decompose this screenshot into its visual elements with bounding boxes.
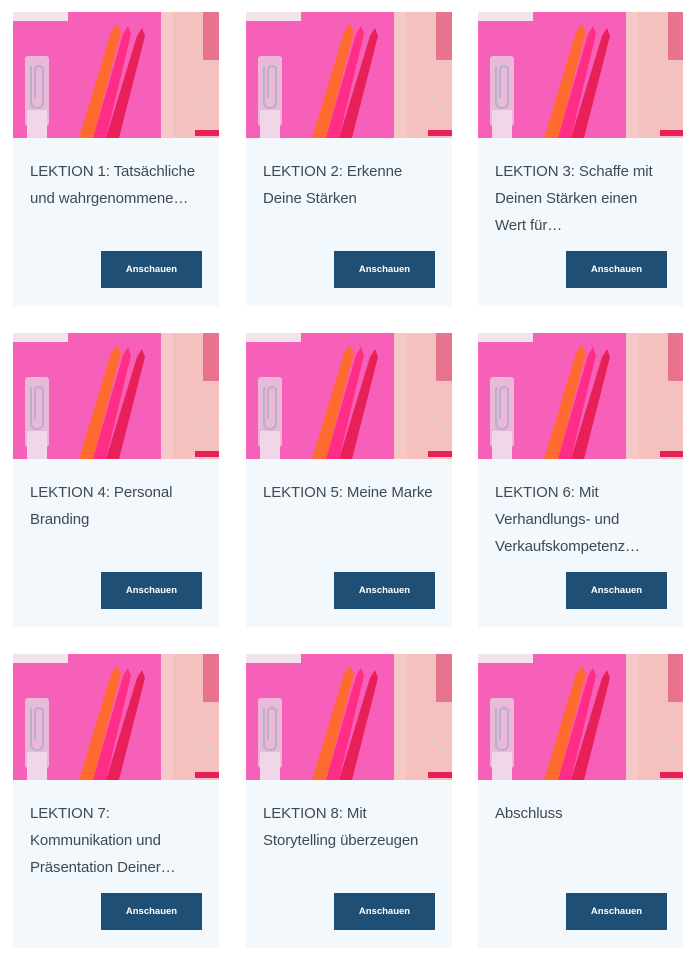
view-button[interactable]: Anschauen [101, 893, 202, 930]
lesson-title[interactable]: LEKTION 3: Schaffe mit Deinen Stärken ei… [495, 158, 671, 239]
lesson-thumbnail[interactable] [478, 12, 683, 138]
view-button[interactable]: Anschauen [101, 251, 202, 288]
lesson-card: LEKTION 1: Tatsächliche und wahrgenommen… [13, 12, 219, 306]
lesson-thumbnail[interactable] [246, 333, 452, 459]
lesson-title[interactable]: LEKTION 6: Mit Verhandlungs- und Verkauf… [495, 479, 671, 560]
lesson-title[interactable]: Abschluss [495, 800, 671, 827]
lesson-title[interactable]: LEKTION 5: Meine Marke [263, 479, 439, 506]
view-button[interactable]: Anschauen [566, 251, 667, 288]
lesson-thumbnail[interactable] [13, 12, 219, 138]
lesson-card: LEKTION 2: Erkenne Deine Stärken Anschau… [246, 12, 452, 306]
view-button[interactable]: Anschauen [566, 893, 667, 930]
lesson-thumbnail[interactable] [13, 333, 219, 459]
lesson-title[interactable]: LEKTION 2: Erkenne Deine Stärken [263, 158, 439, 212]
lesson-card: LEKTION 5: Meine Marke Anschauen [246, 333, 452, 627]
lesson-card: LEKTION 7: Kommunikation und Präsentatio… [13, 654, 219, 948]
lesson-thumbnail[interactable] [478, 333, 683, 459]
lesson-thumbnail[interactable] [246, 654, 452, 780]
view-button[interactable]: Anschauen [334, 893, 435, 930]
view-button[interactable]: Anschauen [566, 572, 667, 609]
lesson-title[interactable]: LEKTION 8: Mit Storytelling überzeugen [263, 800, 439, 854]
lesson-title[interactable]: LEKTION 7: Kommunikation und Präsentatio… [30, 800, 206, 881]
lesson-title[interactable]: LEKTION 1: Tatsächliche und wahrgenommen… [30, 158, 206, 212]
lesson-grid: LEKTION 1: Tatsächliche und wahrgenommen… [0, 0, 683, 956]
lesson-card: LEKTION 6: Mit Verhandlungs- und Verkauf… [478, 333, 683, 627]
lesson-card: Abschluss Anschauen [478, 654, 683, 948]
view-button[interactable]: Anschauen [334, 251, 435, 288]
view-button[interactable]: Anschauen [101, 572, 202, 609]
view-button[interactable]: Anschauen [334, 572, 435, 609]
lesson-thumbnail[interactable] [478, 654, 683, 780]
lesson-thumbnail[interactable] [246, 12, 452, 138]
lesson-card: LEKTION 3: Schaffe mit Deinen Stärken ei… [478, 12, 683, 306]
lesson-title[interactable]: LEKTION 4: Personal Branding [30, 479, 206, 533]
lesson-thumbnail[interactable] [13, 654, 219, 780]
lesson-card: LEKTION 4: Personal Branding Anschauen [13, 333, 219, 627]
lesson-card: LEKTION 8: Mit Storytelling überzeugen A… [246, 654, 452, 948]
